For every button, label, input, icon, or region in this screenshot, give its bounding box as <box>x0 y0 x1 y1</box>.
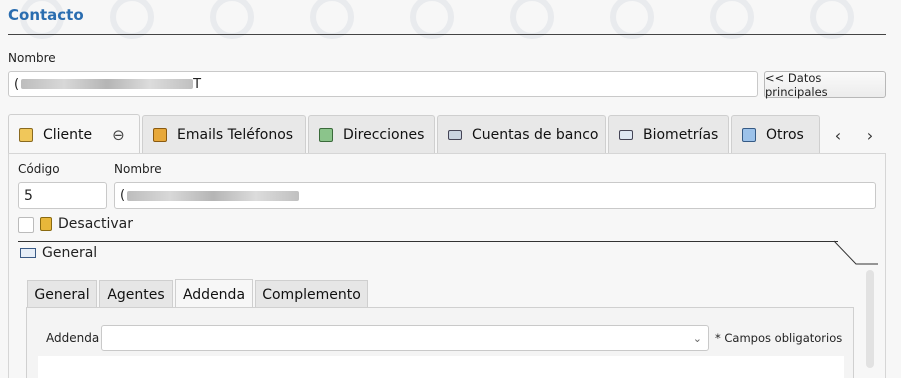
tab-biometrias-label: Biometrías <box>643 126 719 143</box>
tab-otros[interactable]: Otros <box>731 115 820 153</box>
group-rule <box>18 241 838 242</box>
desactivar-label: Desactivar <box>58 216 133 232</box>
redacted-text <box>127 190 300 201</box>
nombre-field[interactable]: ( T <box>8 71 758 97</box>
tabs-next-button[interactable]: › <box>856 118 884 152</box>
addenda-content-area <box>38 356 844 378</box>
cliente-nombre-prefix: ( <box>120 188 126 203</box>
subtab-agentes[interactable]: Agentes <box>99 280 173 308</box>
map-icon <box>319 127 333 142</box>
redacted-text <box>21 79 194 89</box>
tabs-prev-button[interactable]: ‹ <box>824 118 852 152</box>
tab-biometrias[interactable]: Biometrías <box>608 115 729 153</box>
id-card-icon <box>619 129 633 140</box>
tab-cliente-label: Cliente <box>43 126 93 143</box>
grid-icon <box>742 127 756 142</box>
tab-direcciones[interactable]: Direcciones <box>308 115 435 153</box>
group-general-label: General <box>42 245 98 261</box>
codigo-label: Código <box>18 162 60 176</box>
tab-emails-telefonos[interactable]: Emails Teléfonos <box>142 115 306 153</box>
vertical-scrollbar[interactable] <box>866 270 874 368</box>
tab-cliente[interactable]: Cliente ⊖ <box>8 114 140 154</box>
tab-cuentas-de-banco-label: Cuentas de banco <box>472 126 599 143</box>
nombre-label: Nombre <box>8 51 56 65</box>
addenda-label: Addenda <box>46 331 100 345</box>
cliente-nombre-label: Nombre <box>114 162 162 176</box>
section-title: Contacto <box>8 6 84 24</box>
tab-close-icon[interactable]: ⊖ <box>112 126 125 144</box>
tab-otros-label: Otros <box>766 126 804 143</box>
addenda-select[interactable]: ⌄ <box>101 325 709 351</box>
address-book-icon <box>153 127 167 142</box>
required-fields-note: * Campos obligatorios <box>715 331 843 345</box>
subtab-general[interactable]: General <box>27 280 97 308</box>
cliente-nombre-field[interactable]: ( <box>114 182 876 209</box>
chevron-down-icon: ⌄ <box>692 331 702 345</box>
group-general-header[interactable]: General <box>20 245 97 261</box>
subtab-addenda[interactable]: Addenda <box>175 279 253 309</box>
folder-user-icon <box>19 127 33 142</box>
section-icon <box>20 248 36 258</box>
desactivar-row: Desactivar <box>40 216 133 232</box>
tab-emails-telefonos-label: Emails Teléfonos <box>177 126 294 143</box>
nombre-field-prefix: ( <box>14 76 20 92</box>
subtab-complemento[interactable]: Complemento <box>255 280 368 308</box>
desactivar-checkbox[interactable] <box>18 217 34 233</box>
section-divider <box>8 34 886 35</box>
datos-principales-button[interactable]: << Datos principales <box>764 71 886 99</box>
nombre-field-suffix: T <box>193 76 202 92</box>
tab-cuentas-de-banco[interactable]: Cuentas de banco <box>437 115 606 153</box>
tab-direcciones-label: Direcciones <box>343 126 425 143</box>
codigo-value: 5 <box>24 187 33 204</box>
bank-card-icon <box>448 129 462 140</box>
codigo-field[interactable]: 5 <box>18 182 107 209</box>
group-rule-slant <box>834 240 878 265</box>
lock-icon <box>40 217 52 231</box>
